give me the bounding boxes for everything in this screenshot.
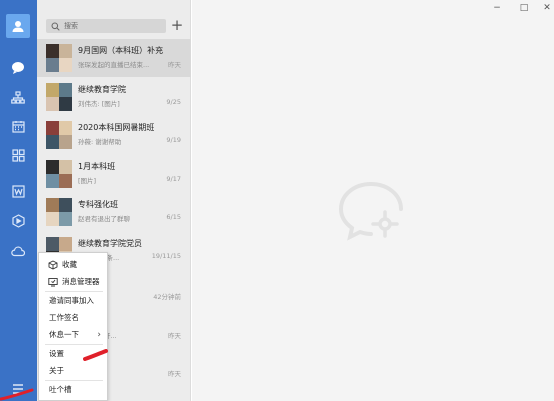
search-input[interactable]: 搜索 (46, 19, 166, 33)
menu-item-message-manager[interactable]: 消息管理器 (39, 273, 107, 290)
maximize-button[interactable]: □ (518, 3, 530, 13)
menu-label: 收藏 (62, 260, 77, 269)
calendar-icon[interactable] (7, 115, 29, 137)
chat-name: 2020本科国网暑期班 (78, 123, 155, 132)
group-avatar (46, 44, 72, 72)
docs-icon[interactable] (7, 180, 29, 202)
chat-name: 专科强化班 (78, 200, 118, 209)
group-avatar (46, 83, 72, 111)
chat-preview: 刘伟杰: [图片] (78, 100, 120, 108)
wecom-logo-icon (338, 182, 403, 241)
app-window: 搜索 + 9月国网（本科班）补充 张琛发起的直播已结束... 昨天 继续教育学院 刘伟杰… (0, 0, 554, 401)
chat-preview: 孙薇: 谢谢帮助 (78, 138, 122, 146)
main-menu: 收藏 消息管理器 邀请同事加入 工作签名 休息一下 › 设置 关于 吐个槽 (38, 252, 108, 401)
chat-preview: 张琛发起的直播已结束... (78, 61, 150, 69)
cloud-icon[interactable] (7, 240, 29, 262)
chat-preview: 赵君有退出了群聊 (78, 215, 130, 223)
chat-item[interactable]: 继续教育学院 刘伟杰: [图片] 9/25 (37, 78, 191, 116)
menu-item-invite[interactable]: 邀请同事加入 (39, 292, 107, 309)
menu-item-about[interactable]: 关于 (39, 362, 107, 379)
search-icon (51, 22, 60, 31)
red-annotation-mark (0, 388, 34, 401)
group-avatar (46, 121, 72, 149)
workbench-icon[interactable] (7, 144, 29, 166)
minimize-button[interactable]: − (491, 3, 503, 13)
chat-name: 继续教育学院 (78, 85, 126, 94)
menu-item-feedback[interactable]: 吐个槽 (39, 381, 107, 398)
menu-label: 设置 (49, 349, 64, 358)
chat-time: 42分钟前 (153, 293, 181, 301)
chat-name: 9月国网（本科班）补充 (78, 46, 164, 55)
chat-time: 9/17 (166, 175, 181, 183)
menu-item-rest[interactable]: 休息一下 › (39, 326, 107, 343)
chat-time: 昨天 (168, 370, 181, 378)
main-pane: − □ ✕ (192, 0, 554, 401)
chevron-right-icon: › (97, 329, 101, 340)
menu-label: 邀请同事加入 (49, 296, 94, 305)
close-button[interactable]: ✕ (542, 3, 552, 13)
chat-name: 继续教育学院党员 (78, 239, 142, 248)
chat-name: 1月本科班 (78, 162, 116, 171)
red-annotation-mark (83, 349, 108, 361)
monitor-icon (48, 277, 58, 287)
search-placeholder: 搜索 (64, 22, 78, 30)
menu-label: 吐个槽 (49, 385, 72, 394)
menu-label: 休息一下 (49, 330, 79, 339)
menu-label: 工作签名 (49, 313, 79, 322)
user-icon (12, 21, 24, 32)
contacts-icon[interactable] (7, 86, 29, 108)
chat-time: 昨天 (168, 61, 181, 69)
menu-label: 消息管理器 (62, 277, 100, 286)
group-avatar (46, 160, 72, 188)
video-icon[interactable] (7, 210, 29, 232)
chat-time: 19/11/15 (151, 252, 181, 260)
chat-item[interactable]: 9月国网（本科班）补充 张琛发起的直播已结束... 昨天 (37, 39, 191, 77)
chat-item[interactable]: 2020本科国网暑期班 孙薇: 谢谢帮助 9/19 (37, 116, 191, 154)
add-button[interactable]: + (170, 17, 184, 33)
chat-item[interactable]: 1月本科班 [图片] 9/17 (37, 155, 191, 193)
left-rail (0, 0, 37, 401)
chat-time: 昨天 (168, 332, 181, 340)
menu-item-work-signature[interactable]: 工作签名 (39, 309, 107, 326)
chat-preview: [图片] (78, 177, 97, 185)
menu-item-favorites[interactable]: 收藏 (39, 256, 107, 273)
chat-time: 6/15 (166, 213, 181, 221)
chat-time: 9/19 (166, 136, 181, 144)
messages-icon[interactable] (7, 56, 29, 78)
avatar[interactable] (6, 14, 30, 38)
group-avatar (46, 198, 72, 226)
menu-label: 关于 (49, 366, 64, 375)
chat-item[interactable]: 专科强化班赵君有退出了群聊 6/15 (37, 193, 191, 231)
cube-icon (48, 259, 58, 270)
chat-time: 9/25 (166, 98, 181, 106)
